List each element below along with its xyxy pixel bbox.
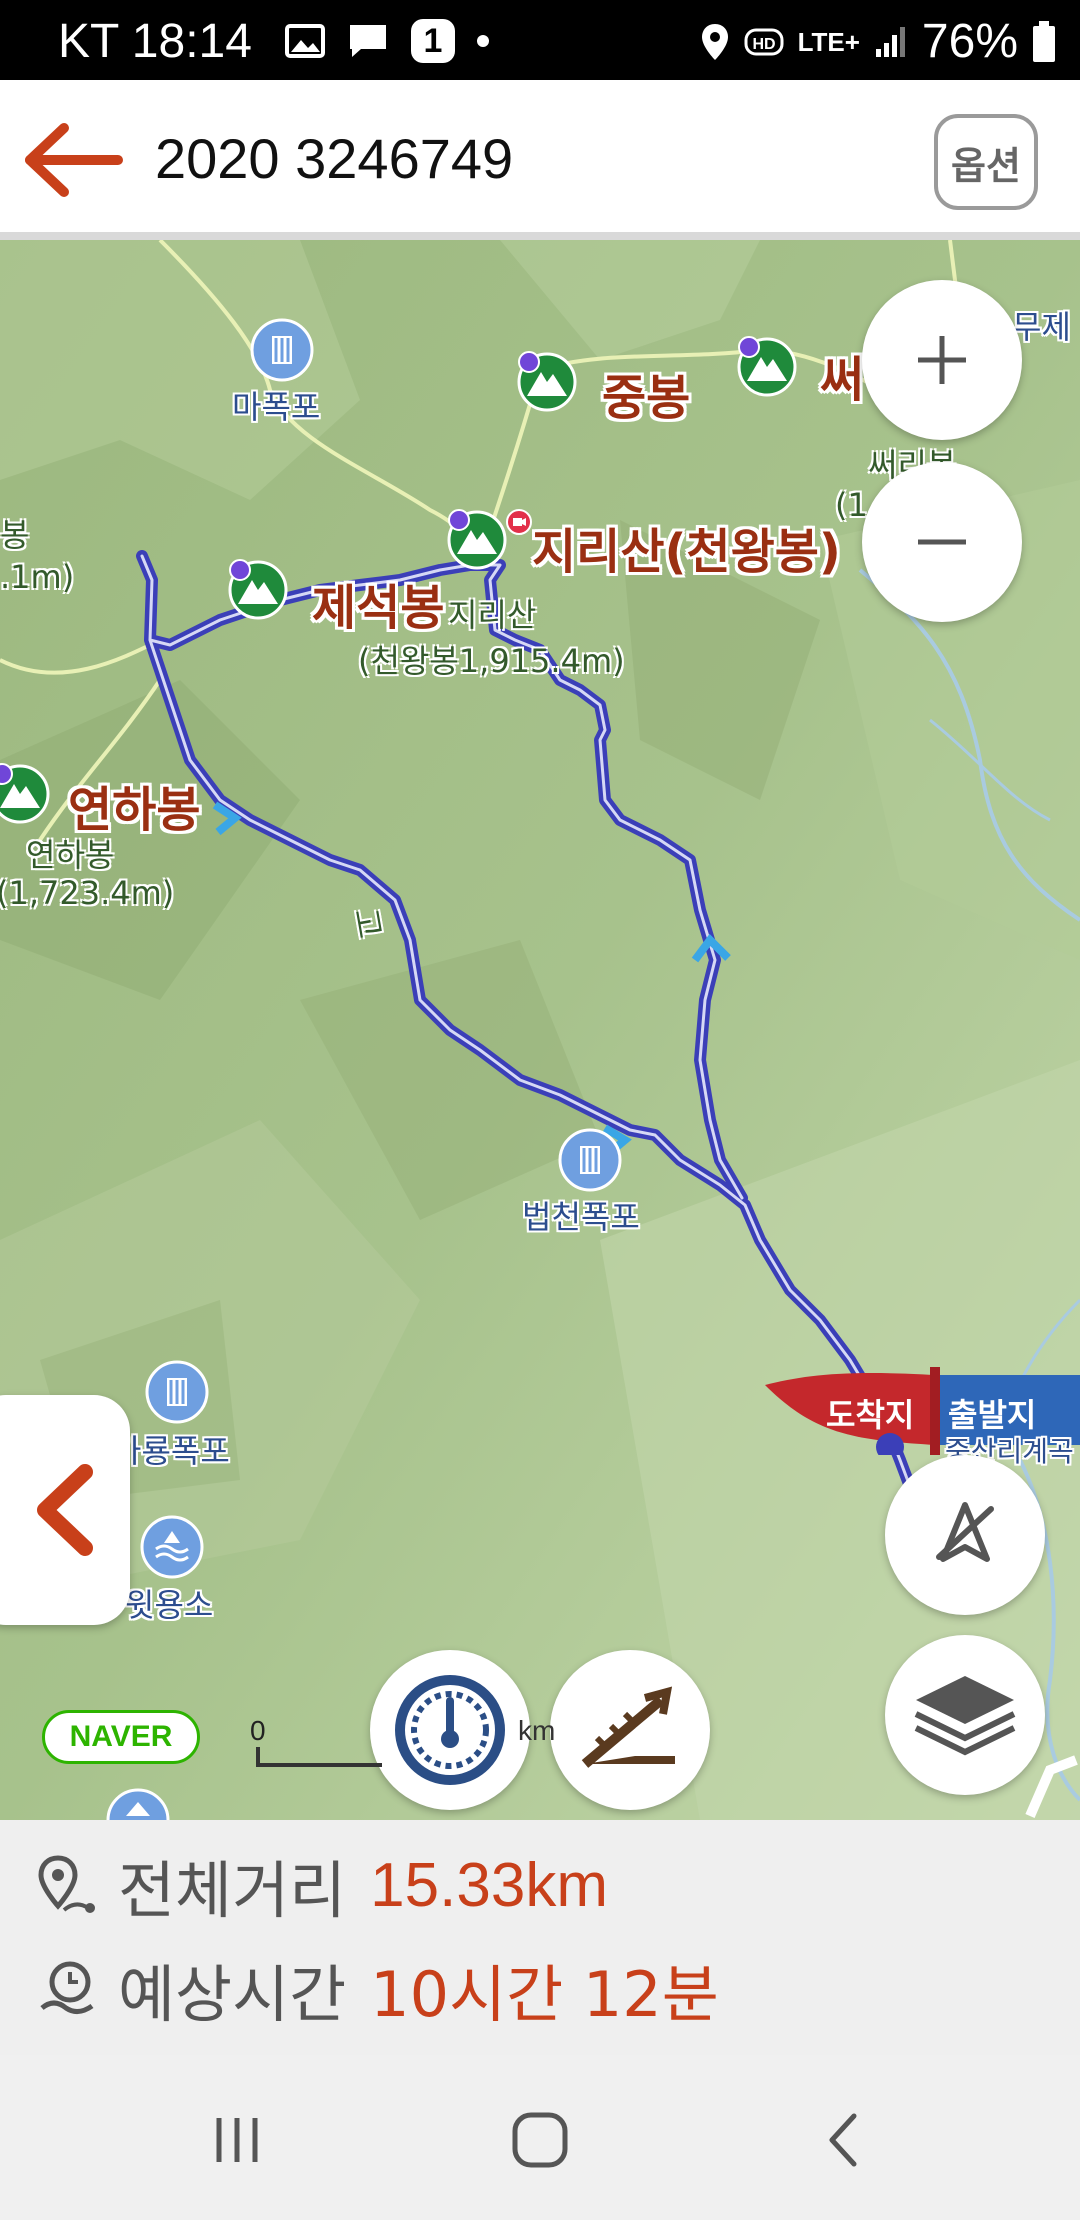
label-jeseokbong: 제석봉 [312,580,445,636]
recent-apps-button[interactable] [187,2095,287,2185]
waterfall-icon [250,318,314,382]
peak-icon [0,763,50,824]
naver-badge-label: NAVER [69,1720,173,1753]
system-navigation-bar [0,2055,1080,2220]
zoom-out-button[interactable] [862,462,1022,622]
back-button[interactable] [24,120,124,200]
svg-text:HD: HD [752,36,775,53]
label-jirisan-small: 지리산 [448,596,537,634]
time-value: 10시간 12분 [370,1958,719,2031]
gallery-icon [285,24,325,58]
battery-percent: 76% [921,15,1018,68]
distance-label: 전체거리 [118,1854,347,1927]
cctv-icon [506,509,532,535]
pond-icon [106,1788,170,1820]
compass-off-icon [936,1502,994,1562]
peak-icon [737,336,797,397]
notification-count-badge: 1 [411,19,455,63]
time-row: 예상시간 10시간 12분 [36,1944,719,2034]
label-arrival: 도착지 [826,1396,915,1434]
notification-count: 1 [423,21,443,60]
signal-icon [875,26,905,57]
time-label: 예상시간 [118,1958,347,2031]
battery-icon [1033,20,1055,62]
network-type: LTE+ [797,26,860,57]
plus-icon [918,336,966,384]
distance-value: 15.33km [370,1850,608,1920]
zoom-in-button[interactable] [862,280,1022,440]
distance-row: 전체거리 15.33km [36,1840,608,1930]
direction-arrow-icon [1025,1755,1078,1818]
home-button[interactable] [490,2095,590,2185]
page-title: 2020 3246749 [155,127,514,190]
scale-unit: km [518,1715,556,1746]
status-right: HD LTE+ 76% [700,14,1056,69]
label-yeonhabong-small: 연하봉 [26,836,115,874]
pond-icon [140,1515,204,1579]
speedometer-icon [395,1675,505,1785]
chevron-left-icon [37,1464,93,1556]
app-bar: 2020 3246749 옵션 [0,80,1080,240]
label-bong-left: 봉 [0,516,30,554]
naver-badge: NAVER [42,1710,200,1764]
map-view[interactable]: 마폭포 중봉 써 써리봉 (1 무제 지리산(천왕봉) 지리산 (천왕봉1,91… [0,240,1080,1820]
route-info-panel: 전체거리 15.33km 예상시간 10시간 12분 [0,1820,1080,2055]
chevron-left-icon [829,2113,857,2167]
option-button-label: 옵션 [951,143,1021,188]
elevation-button[interactable] [550,1650,710,1810]
label-witnyongso: 윗용소 [125,1586,214,1624]
waterfall-icon [558,1128,622,1192]
label-sseo: 써 [820,352,865,408]
label-muje: 무제 [1012,308,1071,346]
location-distance-icon [38,1855,95,1913]
minus-icon [918,539,966,545]
hd-icon: HD [744,28,784,55]
scale-zero: 0 [250,1715,266,1746]
label-jirisan: 지리산(천왕봉) [532,524,841,580]
status-time: KT 18:14 [58,15,252,68]
system-back-button[interactable] [793,2095,893,2185]
option-button[interactable]: 옵션 [934,114,1038,210]
waterfall-icon [145,1360,209,1424]
label-mapokpo: 마폭포 [232,388,321,426]
scale-bar [256,1747,382,1767]
label-cheonwang-height: (천왕봉1,915.4m) [358,642,625,680]
elevation-chart-icon [581,1686,675,1768]
compass-button[interactable] [885,1455,1045,1615]
peak-icon [228,559,288,620]
home-icon [512,2112,568,2168]
speedometer-button[interactable] [370,1650,530,1810]
status-bar: KT 18:14 1 HD LTE+ 76% [0,0,1080,80]
arrow-left-icon [25,123,123,197]
location-icon [701,23,728,60]
time-estimate-icon [40,1961,94,2014]
layers-icon [914,1676,1016,1756]
dot-icon [477,35,489,47]
label-height-left: .1m) [0,558,75,596]
label-jungbong: 중봉 [602,370,691,426]
peak-icon [517,351,577,412]
peak-icon [447,509,507,570]
label-beopcheon: 법천폭포 [522,1198,640,1236]
status-notifications: 1 [285,18,489,64]
recent-apps-icon [216,2118,258,2162]
side-panel-toggle[interactable] [0,1395,130,1625]
label-yeonhabong-height: (1,723.4m) [0,874,175,912]
message-icon [350,25,386,57]
